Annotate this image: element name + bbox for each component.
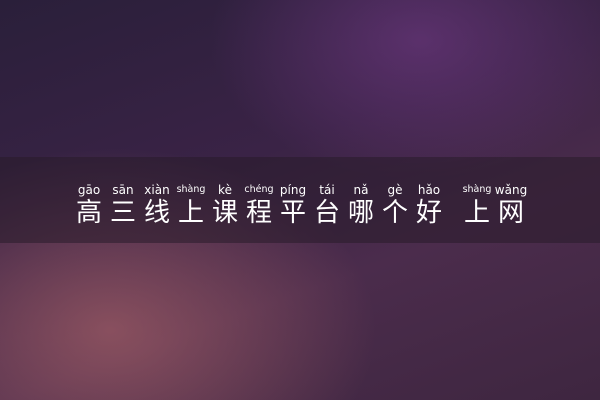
title-char: chéng 程 (242, 183, 276, 228)
hanzi: 高 (75, 198, 102, 228)
title-char: hǎo 好 (412, 183, 446, 228)
hanzi: 上 (463, 198, 490, 228)
title-char: shàng 上 (460, 183, 494, 228)
pinyin: gāo (77, 183, 101, 197)
hanzi: 上 (177, 198, 204, 228)
title-char: tái 台 (310, 183, 344, 228)
hanzi: 线 (143, 198, 170, 228)
title-group-main: gāo 高 sān 三 xiàn 线 shàng 上 kè 课 chéng 程 … (72, 183, 446, 228)
title-char: gāo 高 (72, 183, 106, 228)
pinyin: shàng (462, 184, 492, 195)
pinyin: gè (387, 183, 403, 197)
pinyin: píng (279, 183, 307, 197)
pinyin: xiàn (144, 183, 170, 197)
pinyin: shàng (176, 184, 206, 195)
hanzi: 好 (415, 198, 442, 228)
title-group-suffix: shàng 上 wǎng 网 (460, 183, 528, 228)
hanzi: 课 (211, 198, 238, 228)
pinyin: sān (112, 183, 134, 197)
title-char: wǎng 网 (494, 183, 528, 228)
title-char: kè 课 (208, 183, 242, 228)
title-char: sān 三 (106, 183, 140, 228)
hanzi: 三 (109, 198, 136, 228)
pinyin: wǎng (494, 183, 528, 197)
pinyin: kè (218, 183, 232, 197)
pinyin: chéng (244, 184, 274, 195)
hanzi: 程 (245, 198, 272, 228)
title-row: gāo 高 sān 三 xiàn 线 shàng 上 kè 课 chéng 程 … (0, 157, 600, 243)
hanzi: 哪 (347, 198, 374, 228)
pinyin: nǎ (353, 183, 369, 197)
title-char: nǎ 哪 (344, 183, 378, 228)
page-title: gāo 高 sān 三 xiàn 线 shàng 上 kè 课 chéng 程 … (72, 183, 528, 228)
title-char: xiàn 线 (140, 183, 174, 228)
title-char: gè 个 (378, 183, 412, 228)
hanzi: 个 (381, 198, 408, 228)
hanzi: 台 (313, 198, 340, 228)
hanzi: 网 (497, 198, 524, 228)
hanzi: 平 (279, 198, 306, 228)
title-char: shàng 上 (174, 183, 208, 228)
pinyin: tái (319, 183, 335, 197)
title-char: píng 平 (276, 183, 310, 228)
pinyin: hǎo (417, 183, 441, 197)
title-band: gāo 高 sān 三 xiàn 线 shàng 上 kè 课 chéng 程 … (0, 157, 600, 243)
